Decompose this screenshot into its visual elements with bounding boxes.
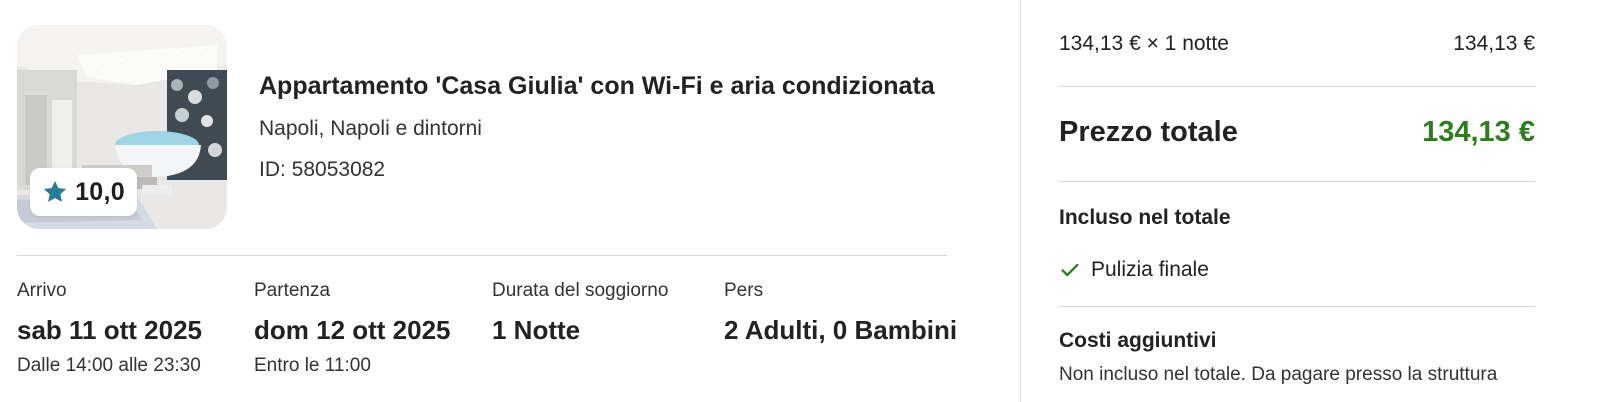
checkin-date: sab 11 ott 2025 (17, 315, 202, 345)
section-divider (17, 255, 947, 256)
rating-badge: 10,0 (30, 168, 137, 216)
duration-label: Durata del soggiorno (492, 280, 669, 301)
nightly-price-amount: 134,13 € (1453, 32, 1535, 55)
star-icon (44, 180, 67, 202)
listing-card: 10,0 Appartamento 'Casa Giulia' con Wi-F… (17, 25, 947, 231)
duration-column: Durata del soggiorno 1 Notte (492, 280, 668, 349)
listing-title[interactable]: Appartamento 'Casa Giulia' con Wi-Fi e a… (259, 72, 935, 101)
rating-value: 10,0 (75, 177, 125, 206)
included-item: Pulizia finale (1059, 258, 1209, 282)
listing-id: ID: 58053082 (259, 158, 386, 181)
panel-separator (1020, 0, 1021, 402)
check-icon (1061, 263, 1079, 277)
guests-label: Pers (724, 280, 764, 301)
total-divider (1059, 181, 1535, 182)
checkin-time: Dalle 14:00 alle 23:30 (17, 355, 201, 376)
extra-costs-title: Costi aggiuntivi (1059, 329, 1217, 352)
checkout-column: Partenza dom 12 ott 2025 Entro le 11:00 (254, 280, 451, 377)
checkout-time: Entro le 11:00 (254, 355, 371, 376)
checkout-label: Partenza (254, 280, 331, 301)
included-title: Incluso nel totale (1059, 206, 1231, 229)
extra-costs-note: Non incluso nel totale. Da pagare presso… (1059, 364, 1498, 385)
booking-summary-page: 10,0 Appartamento 'Casa Giulia' con Wi-F… (0, 0, 1600, 402)
included-divider (1059, 306, 1535, 307)
listing-location: Napoli, Napoli e dintorni (259, 117, 482, 140)
duration-value: 1 Notte (492, 315, 581, 345)
total-price-label: Prezzo totale (1059, 116, 1238, 148)
checkin-label: Arrivo (17, 280, 67, 301)
listing-photo[interactable]: 10,0 (17, 25, 227, 229)
included-item-label: Pulizia finale (1091, 258, 1209, 281)
total-price-row: Prezzo totale 134,13 € (1059, 116, 1535, 149)
nightly-price-row: 134,13 € × 1 notte 134,13 € (1059, 32, 1535, 56)
total-price-amount: 134,13 € (1422, 116, 1535, 148)
nightly-price-label: 134,13 € × 1 notte (1059, 32, 1229, 55)
price-panel: 134,13 € × 1 notte 134,13 € Prezzo total… (1059, 0, 1535, 402)
guests-value: 2 Adulti, 0 Bambini (724, 315, 958, 345)
guests-column: Pers 2 Adulti, 0 Bambini (724, 280, 957, 349)
checkin-column: Arrivo sab 11 ott 2025 Dalle 14:00 alle … (17, 280, 202, 377)
price-divider (1059, 86, 1535, 87)
checkout-date: dom 12 ott 2025 (254, 315, 451, 345)
